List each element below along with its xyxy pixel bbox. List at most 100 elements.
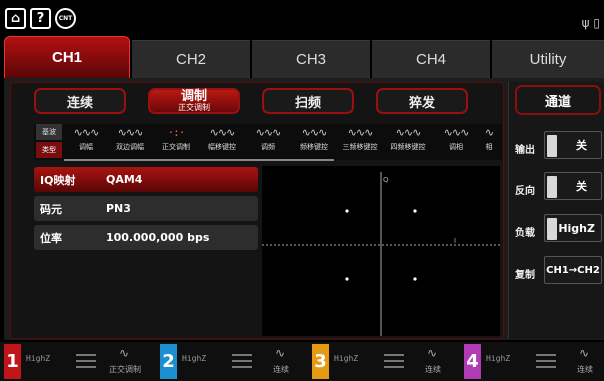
ask-wave-icon: ∿∿∿ <box>209 126 236 139</box>
channel-2-status[interactable]: 2 HighZ ∿ 连续 <box>160 344 306 379</box>
channel-number: 2 <box>160 344 177 379</box>
level-icon <box>384 354 404 368</box>
constellation-svg: Q I <box>262 172 500 336</box>
continuous-button[interactable]: 连续 <box>34 88 126 114</box>
mod-more[interactable]: ∿ 相 <box>478 124 500 158</box>
wave-type-selector[interactable]: 基波 类型 <box>36 124 64 158</box>
sine-icon: ∿ <box>118 346 130 360</box>
param-key: 码元 <box>40 202 62 216</box>
help-button[interactable]: ? <box>30 8 51 29</box>
mod-qam[interactable]: ·:· 正交调制 <box>156 124 196 158</box>
mod-label: 双边调幅 <box>116 143 144 151</box>
constellation-point <box>413 209 417 213</box>
mod-label: 三频移键控 <box>342 143 378 151</box>
modulation-button[interactable]: 调制 正交调制 <box>148 88 240 114</box>
param-value: PN3 <box>106 202 131 215</box>
title-text: 通道 <box>544 94 571 110</box>
output-toggle[interactable]: 关 <box>544 131 602 159</box>
channel-impedance: HighZ <box>182 354 207 363</box>
usb-icon: ψ ▯ <box>581 16 600 30</box>
invert-toggle[interactable]: 关 <box>544 172 602 200</box>
continuous-label: 连续 <box>66 95 93 111</box>
sweep-label: 扫频 <box>294 95 321 111</box>
channel-mode: 连续 <box>577 365 593 374</box>
channel-1-status[interactable]: 1 HighZ ∿ 正交调制 <box>4 344 154 379</box>
constellation-diagram: Q I <box>262 166 500 336</box>
counter-button[interactable]: CNT <box>55 8 76 29</box>
mod-label: 调频 <box>261 143 275 151</box>
tab-ch1[interactable]: CH1 <box>4 36 130 78</box>
level-icon <box>76 354 96 368</box>
modulation-label: 调制 <box>180 88 207 104</box>
channel-number: 1 <box>4 344 21 379</box>
param-value: QAM4 <box>106 173 143 186</box>
mod-label: 四频移键控 <box>390 143 426 151</box>
level-icon <box>232 354 252 368</box>
more-wave-icon: ∿ <box>484 126 494 139</box>
burst-label: 猝发 <box>408 95 435 111</box>
i-axis-label: I <box>454 237 456 245</box>
channel-impedance: HighZ <box>486 354 511 363</box>
channel-impedance: HighZ <box>334 354 359 363</box>
help-label: ? <box>36 11 45 26</box>
channel-tabs: CH1 CH2 CH3 CH4 Utility <box>4 34 604 78</box>
param-key: IQ映射 <box>40 173 76 187</box>
tab-utility[interactable]: Utility <box>492 40 604 78</box>
mod-fsk[interactable]: ∿∿∿ 频移键控 <box>294 124 334 158</box>
mod-am[interactable]: ∿∿∿ 调幅 <box>66 124 106 158</box>
constellation-point <box>413 277 417 281</box>
param-value: 100.000,000 bps <box>106 231 210 244</box>
basic-wave-item[interactable]: 基波 <box>36 124 62 140</box>
channel-mode: 连续 <box>273 365 289 374</box>
output-value: 关 <box>576 139 587 152</box>
load-value: HighZ <box>558 221 595 235</box>
load-label: 负载 <box>515 228 535 239</box>
mod-label: 调相 <box>449 143 463 151</box>
fsk-wave-icon: ∿∿∿ <box>301 126 328 139</box>
param-key: 位率 <box>40 231 62 245</box>
copy-value: CH1→CH2 <box>546 264 600 276</box>
dsb-wave-icon: ∿∿∿ <box>117 126 144 139</box>
home-icon[interactable]: ⌂ <box>5 8 26 29</box>
mod-label: 相 <box>485 143 493 151</box>
counter-label: CNT <box>58 15 73 22</box>
channel-number: 4 <box>464 344 481 379</box>
3fsk-wave-icon: ∿∿∿ <box>347 126 374 139</box>
mod-4fsk[interactable]: ∿∿∿ 四频移键控 <box>388 124 428 158</box>
mod-ask[interactable]: ∿∿∿ 幅移键控 <box>202 124 242 158</box>
copy-button[interactable]: CH1→CH2 <box>544 256 602 284</box>
mod-fm[interactable]: ∿∿∿ 调频 <box>248 124 288 158</box>
screen: ⌂ ? CNT ψ ▯ CH1 CH2 CH3 CH4 Utility 连续 调… <box>0 0 604 381</box>
mod-3fsk[interactable]: ∿∿∿ 三频移键控 <box>340 124 380 158</box>
bit-rate-row[interactable]: 位率 100.000,000 bps <box>34 225 258 250</box>
modulation-sub-label: 正交调制 <box>178 102 210 112</box>
output-label: 输出 <box>515 145 535 156</box>
copy-label: 复制 <box>515 270 535 281</box>
tab-label: Utility <box>529 51 567 68</box>
tab-label: CH1 <box>51 49 82 66</box>
channel-4-status[interactable]: 4 HighZ ∿ 连续 <box>464 344 604 379</box>
strip-scrollbar[interactable] <box>64 159 334 161</box>
fm-wave-icon: ∿∿∿ <box>255 126 282 139</box>
channel-3-status[interactable]: 3 HighZ ∿ 连续 <box>312 344 458 379</box>
tab-ch4[interactable]: CH4 <box>372 40 490 78</box>
channel-number: 3 <box>312 344 329 379</box>
sweep-button[interactable]: 扫频 <box>262 88 354 114</box>
load-toggle[interactable]: HighZ <box>544 214 602 242</box>
symbol-row[interactable]: 码元 PN3 <box>34 196 258 221</box>
tab-label: CH3 <box>295 51 326 68</box>
type-item[interactable]: 类型 <box>36 142 62 158</box>
tab-label: CH2 <box>175 51 206 68</box>
sine-icon: ∿ <box>578 346 590 360</box>
sine-icon: ∿ <box>274 346 286 360</box>
status-bar: ⌂ ? CNT ψ ▯ <box>0 0 604 34</box>
iq-mapping-row[interactable]: IQ映射 QAM4 <box>34 167 258 192</box>
channel-panel-title: 通道 <box>515 85 601 115</box>
tab-ch3[interactable]: CH3 <box>252 40 370 78</box>
channel-settings-panel <box>508 82 604 339</box>
mod-pm[interactable]: ∿∿∿ 调相 <box>436 124 476 158</box>
mod-dsb-am[interactable]: ∿∿∿ 双边调幅 <box>110 124 150 158</box>
burst-button[interactable]: 猝发 <box>376 88 468 114</box>
channel-mode: 正交调制 <box>109 365 141 374</box>
tab-ch2[interactable]: CH2 <box>132 40 250 78</box>
